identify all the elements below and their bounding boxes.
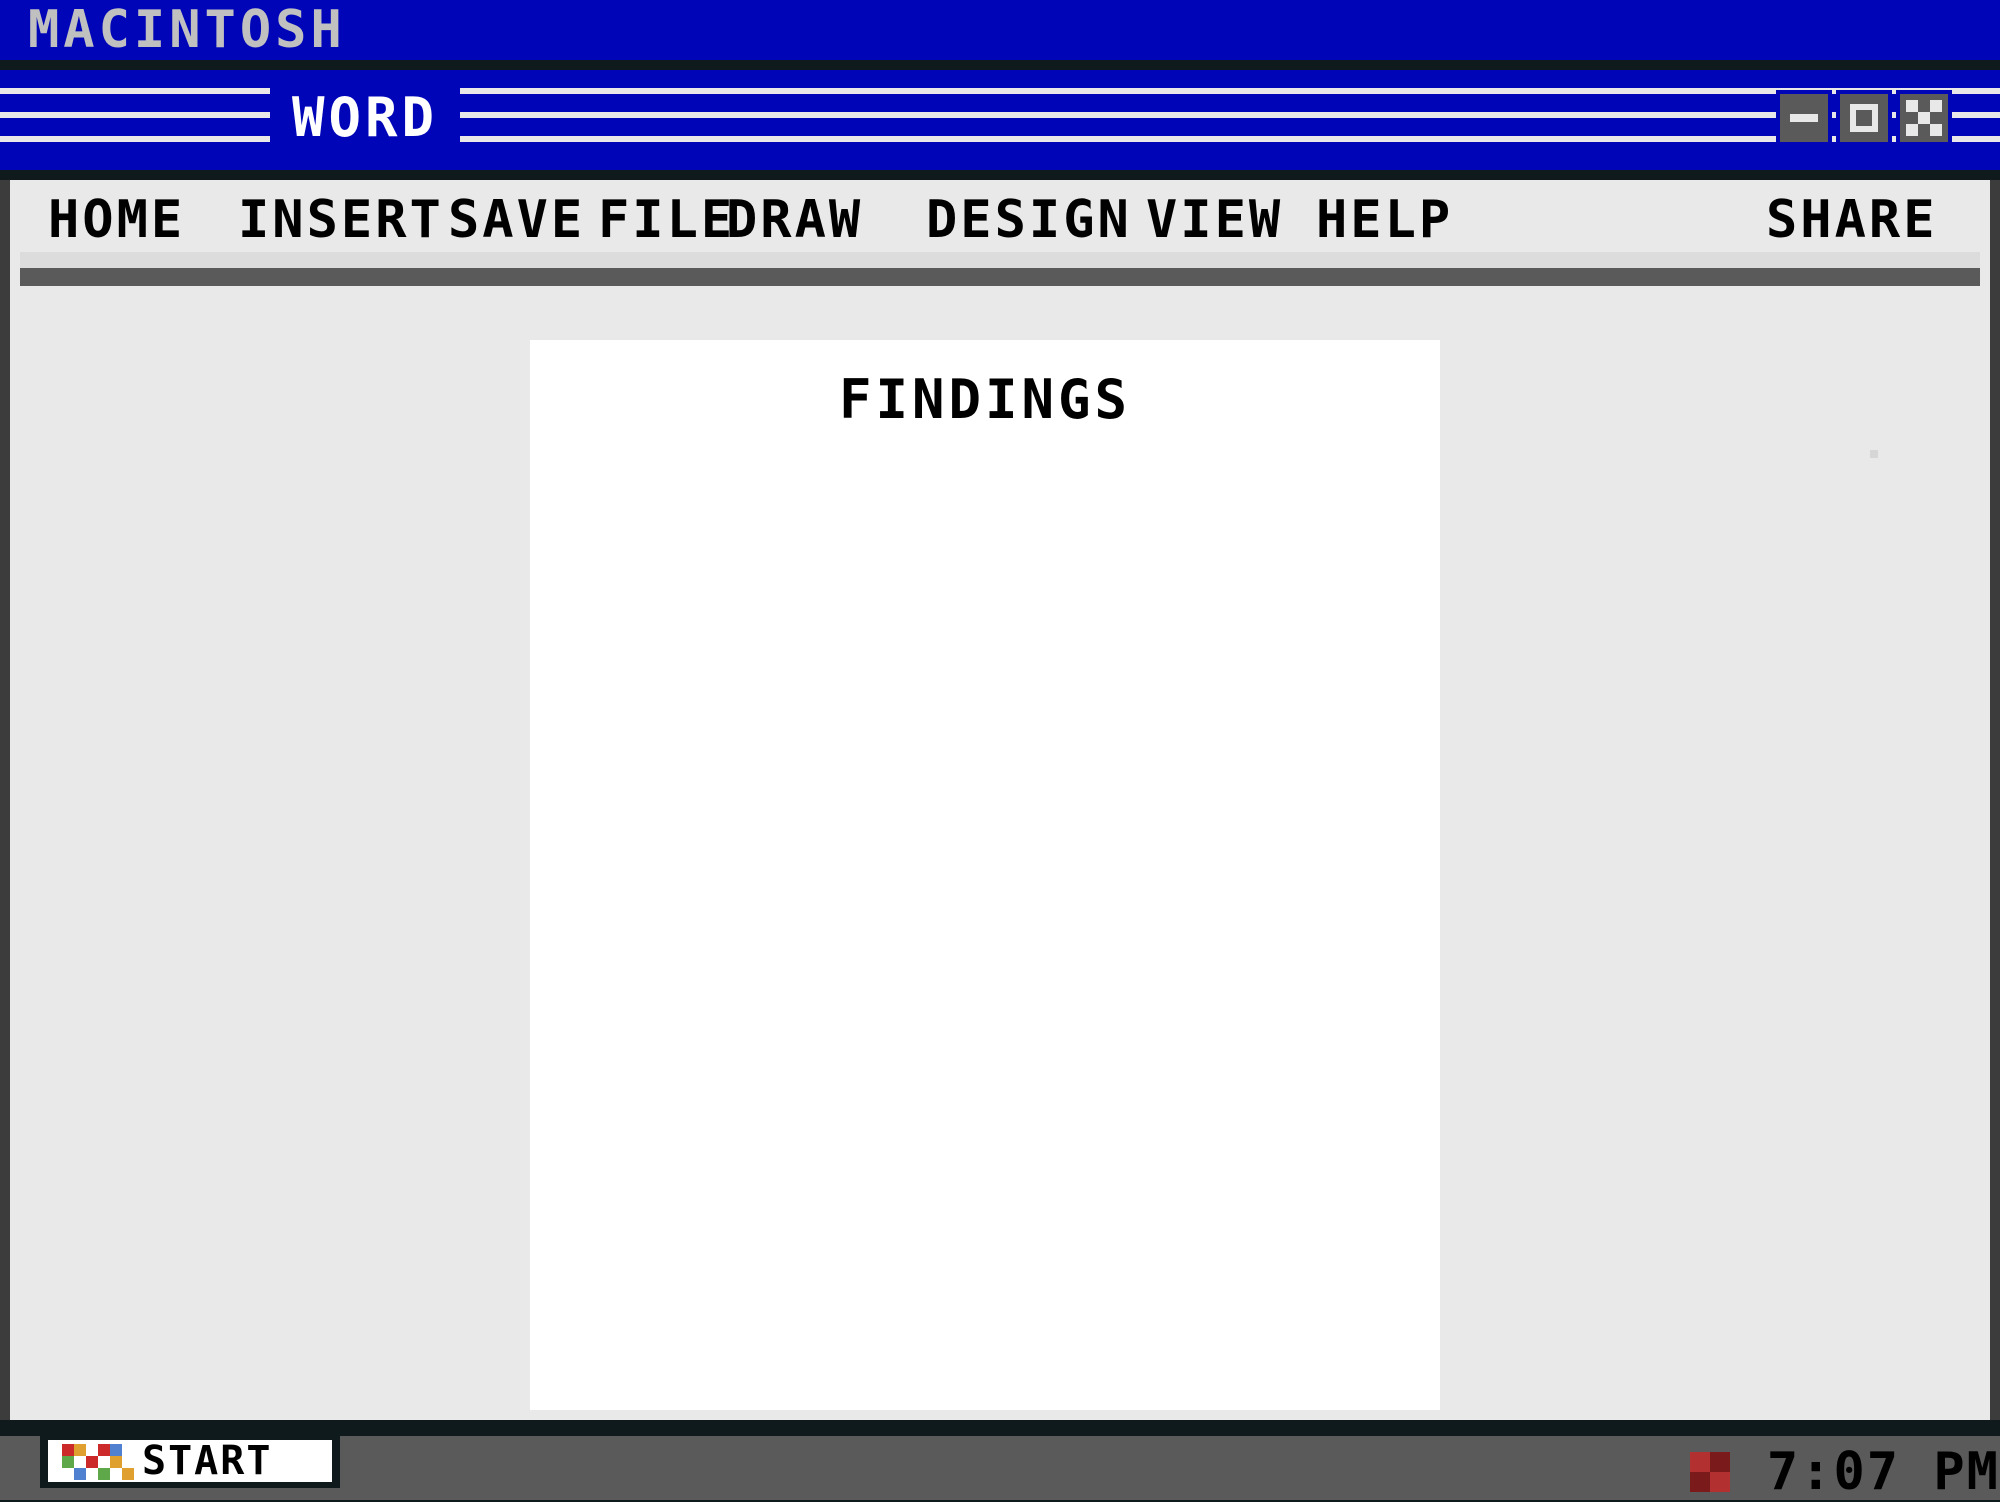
- menu-draw[interactable]: DRAW: [726, 192, 863, 248]
- clock: 7:07 PM: [1766, 1442, 2000, 1502]
- start-logo-icon: [62, 1444, 134, 1480]
- app-title-plate: WORD: [270, 88, 460, 148]
- share-button[interactable]: SHARE: [1766, 192, 1938, 248]
- close-icon: [1906, 100, 1942, 136]
- menu-home[interactable]: HOME: [48, 192, 185, 248]
- menu-help[interactable]: HELP: [1316, 192, 1453, 248]
- ribbon-divider: [20, 268, 1980, 286]
- maximize-icon: [1850, 104, 1878, 132]
- tray-app-icon[interactable]: [1690, 1452, 1730, 1492]
- canvas-speck: [1870, 450, 1878, 458]
- os-bar-divider: [0, 60, 2000, 70]
- ribbon-strip: [20, 252, 1980, 268]
- close-button[interactable]: [1896, 90, 1952, 146]
- maximize-button[interactable]: [1836, 90, 1892, 146]
- menu-insert[interactable]: INSERT: [238, 192, 444, 248]
- menu-save[interactable]: SAVE: [448, 192, 585, 248]
- menu-design[interactable]: DESIGN: [926, 192, 1132, 248]
- menu-file[interactable]: FILE: [598, 192, 735, 248]
- word-window: HOME INSERT SAVE FILE DRAW DESIGN VIEW H…: [0, 180, 2000, 1425]
- title-bar-divider: [0, 170, 2000, 180]
- document-page[interactable]: FINDINGS: [530, 340, 1440, 1410]
- start-button[interactable]: START: [40, 1436, 340, 1488]
- window-title-bar[interactable]: WORD: [0, 70, 2000, 170]
- menu-view[interactable]: VIEW: [1146, 192, 1283, 248]
- menu-bar: HOME INSERT SAVE FILE DRAW DESIGN VIEW H…: [20, 180, 1980, 252]
- minimize-icon: [1790, 114, 1818, 122]
- start-label: START: [142, 1438, 273, 1484]
- minimize-button[interactable]: [1776, 90, 1832, 146]
- start-button-face: START: [48, 1440, 332, 1482]
- os-title: MACINTOSH: [28, 0, 346, 60]
- taskbar: START 7:07 PM: [0, 1436, 2000, 1500]
- document-heading[interactable]: FINDINGS: [530, 370, 1440, 430]
- taskbar-divider: [0, 1420, 2000, 1436]
- app-title: WORD: [291, 86, 439, 149]
- os-menu-bar: MACINTOSH: [0, 0, 2000, 60]
